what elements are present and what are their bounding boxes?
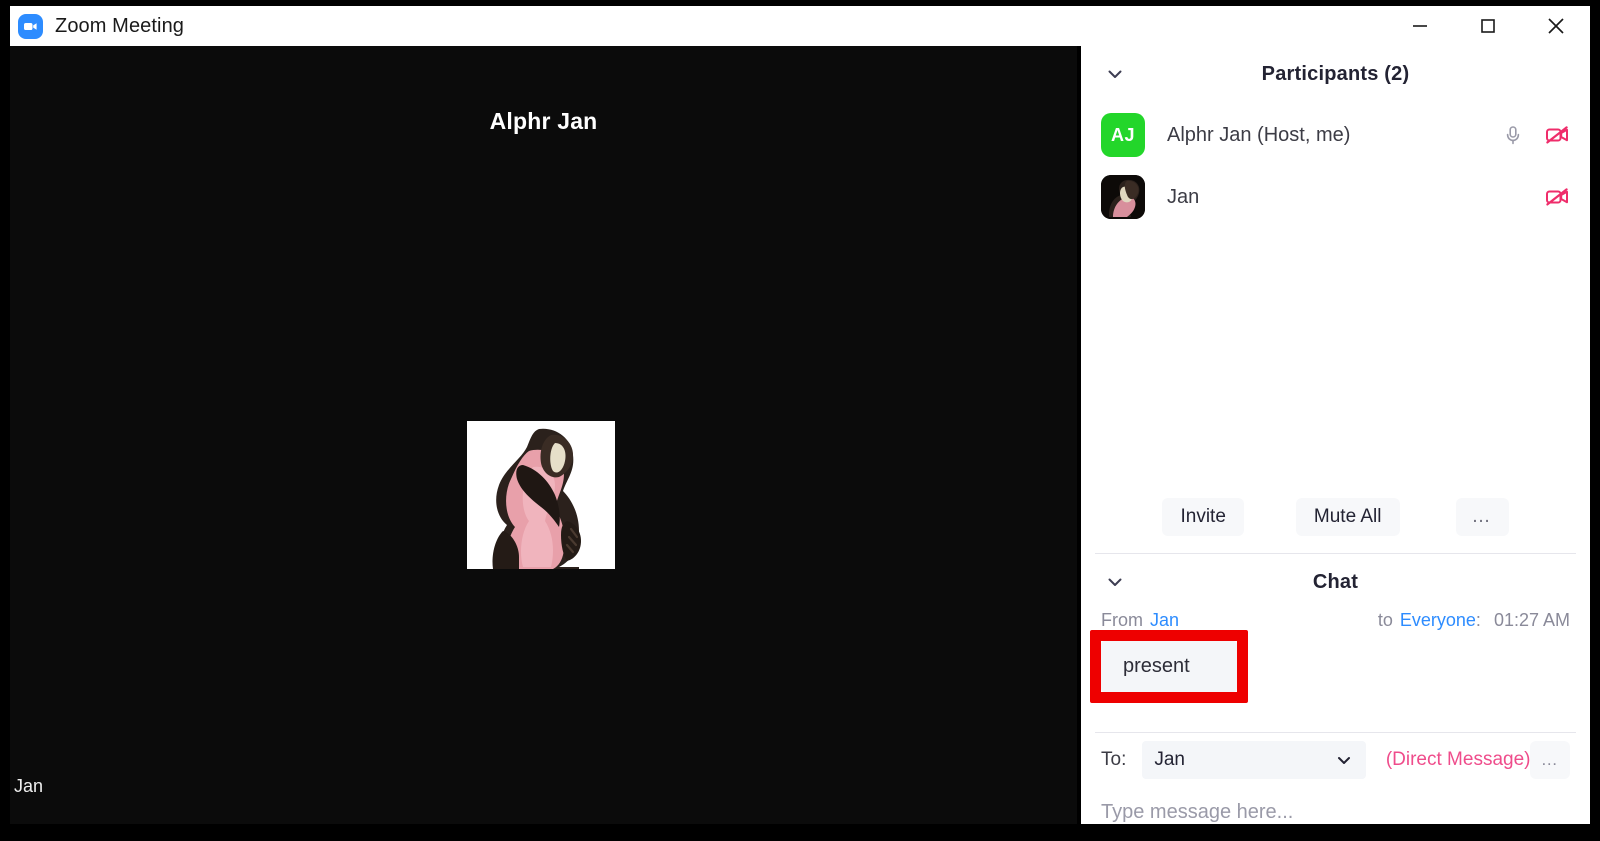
title-bar: Zoom Meeting <box>10 6 1590 46</box>
chat-to-label: to <box>1378 610 1393 631</box>
participant-video-thumbnail[interactable] <box>467 421 615 569</box>
chat-recipient-value: Jan <box>1154 749 1333 771</box>
participant-row[interactable]: AJ Alphr Jan (Host, me) <box>1081 104 1590 166</box>
microphone-icon[interactable] <box>1500 122 1526 148</box>
window-title: Zoom Meeting <box>55 15 184 38</box>
zoom-meeting-window: Zoom Meeting Alphr Jan <box>0 0 1600 841</box>
self-view-name: Jan <box>14 776 43 797</box>
chat-timestamp: 01:27 AM <box>1494 610 1570 631</box>
chat-spacer <box>1097 692 1574 732</box>
maximize-button[interactable] <box>1454 6 1522 46</box>
chat-to-name[interactable]: Everyone <box>1400 610 1476 631</box>
participants-spacer <box>1081 228 1590 481</box>
microphone-placeholder-icon <box>1500 184 1526 210</box>
participants-title: Participants (2) <box>1262 63 1410 86</box>
chat-message-input[interactable] <box>1097 787 1582 824</box>
title-bar-left: Zoom Meeting <box>10 14 1386 39</box>
participant-row[interactable]: Jan <box>1081 166 1590 228</box>
direct-message-tag: (Direct Message) <box>1386 749 1531 771</box>
chat-more-options-button[interactable]: … <box>1530 741 1570 779</box>
chat-message-list: From Jan to Everyone : 01:27 AM present <box>1081 610 1590 732</box>
chat-message-meta: From Jan to Everyone : 01:27 AM <box>1097 610 1574 631</box>
chat-compose-area: To: Jan (Direct Message) … <box>1081 733 1590 824</box>
mute-all-button[interactable]: Mute All <box>1296 498 1400 536</box>
participant-name: Alphr Jan (Host, me) <box>1167 124 1500 147</box>
video-off-icon[interactable] <box>1544 122 1570 148</box>
participants-more-button[interactable]: … <box>1456 498 1509 536</box>
close-button[interactable] <box>1522 6 1590 46</box>
chat-title: Chat <box>1313 571 1358 594</box>
chat-to-field-label: To: <box>1101 749 1126 771</box>
window-controls <box>1386 6 1590 46</box>
chat-to-colon: : <box>1476 610 1481 631</box>
avatar <box>1101 175 1145 219</box>
chat-recipient-row: To: Jan (Direct Message) … <box>1097 733 1574 787</box>
chevron-down-icon <box>1334 750 1354 770</box>
minimize-button[interactable] <box>1386 6 1454 46</box>
participants-header: Participants (2) <box>1081 46 1590 102</box>
chat-message-bubble-wrapper: present <box>1101 641 1237 692</box>
chevron-down-icon[interactable] <box>1103 570 1127 594</box>
chat-from-label: From <box>1101 610 1143 631</box>
participants-list: AJ Alphr Jan (Host, me) <box>1081 102 1590 228</box>
participant-status-icons <box>1500 184 1576 210</box>
chat-from-name[interactable]: Jan <box>1150 610 1179 631</box>
chat-recipient-dropdown[interactable]: Jan <box>1142 741 1365 779</box>
zoom-video-logo-icon <box>18 14 43 39</box>
chat-header: Chat <box>1081 554 1590 610</box>
invite-button[interactable]: Invite <box>1162 498 1243 536</box>
video-stage[interactable]: Alphr Jan Jan <box>10 46 1077 824</box>
avatar-initials: AJ <box>1111 125 1135 146</box>
chat-message-text[interactable]: present <box>1101 641 1237 692</box>
right-side-panel: Participants (2) AJ Alphr Jan (Host, me) <box>1081 46 1590 824</box>
avatar: AJ <box>1101 113 1145 157</box>
active-speaker-name: Alphr Jan <box>10 108 1077 135</box>
video-off-icon[interactable] <box>1544 184 1570 210</box>
chevron-down-icon[interactable] <box>1103 62 1127 86</box>
participant-name: Jan <box>1167 186 1500 209</box>
participant-actions: Invite Mute All … <box>1081 481 1590 553</box>
participant-status-icons <box>1500 122 1576 148</box>
